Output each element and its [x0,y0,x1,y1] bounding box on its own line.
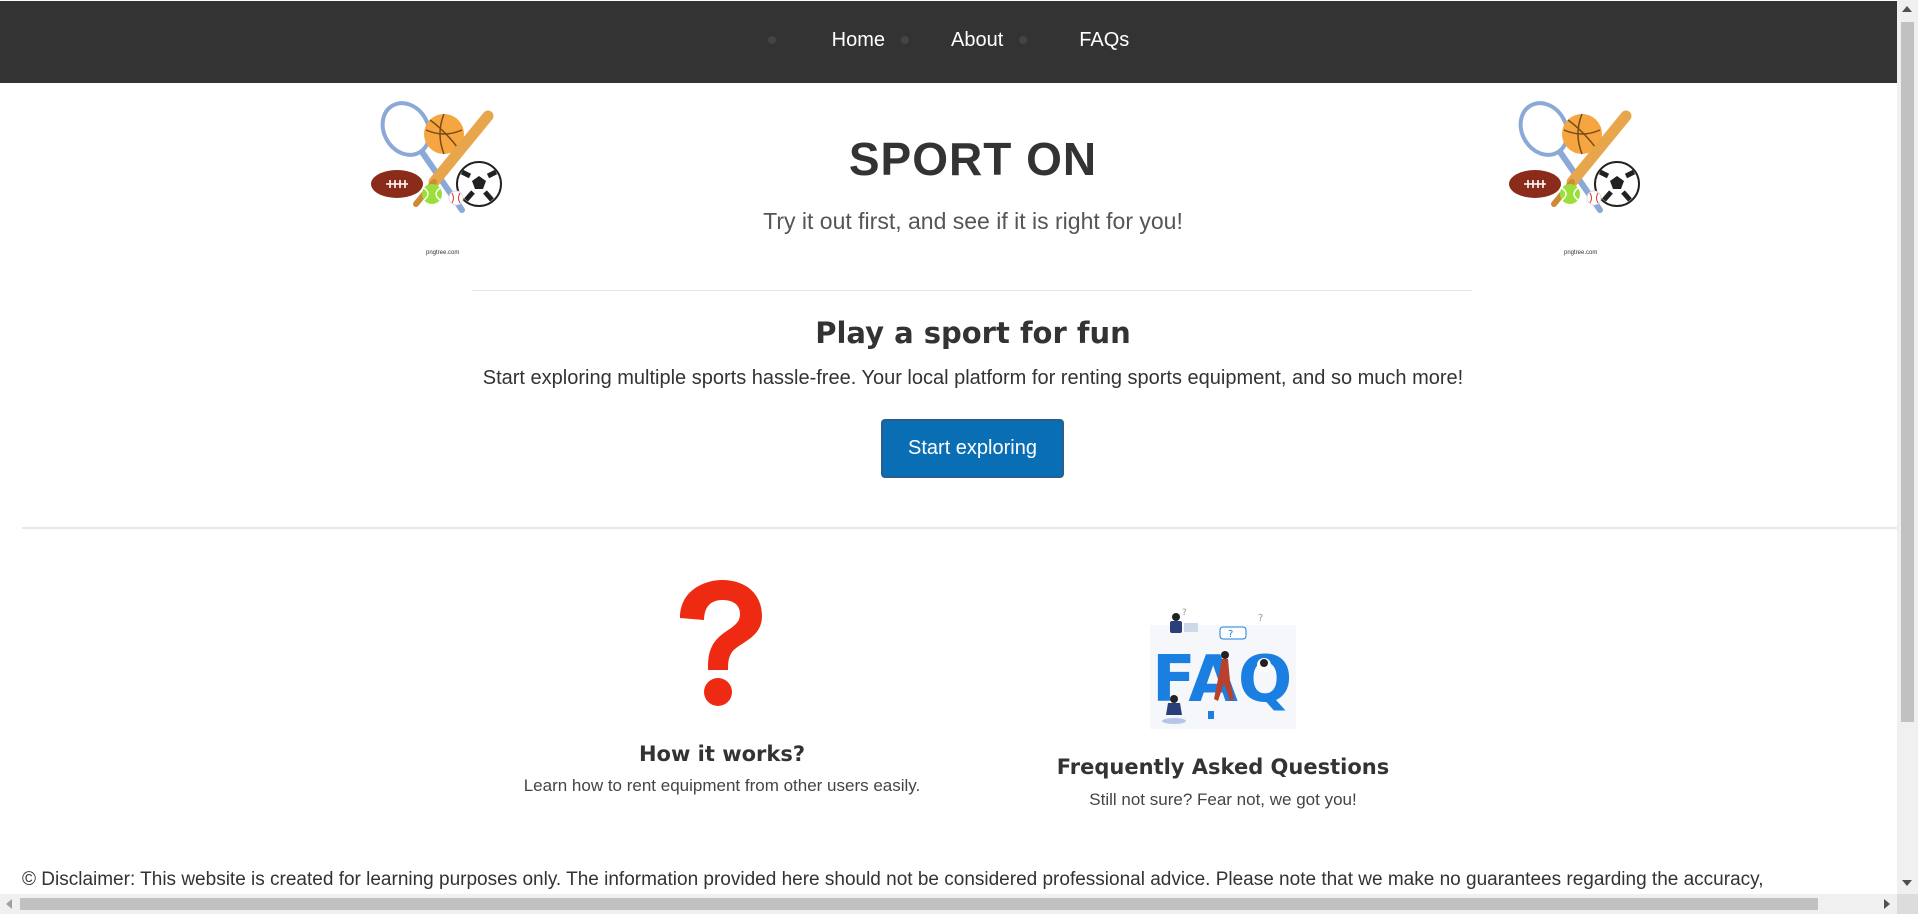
scroll-right-arrow-icon[interactable] [1884,899,1890,909]
footer-disclaimer: © Disclaimer: This website is created fo… [22,869,1764,890]
divider [22,527,1897,529]
how-it-works-description: Learn how to rent equipment from other u… [523,776,921,795]
vertical-scrollbar[interactable] [1897,0,1918,894]
question-mark-icon[interactable] [670,578,770,708]
intro-description: Start exploring multiple sports hassle-f… [482,367,1464,389]
vertical-scroll-thumb[interactable] [1901,22,1914,722]
intro-title: Play a sport for fun [815,316,1131,350]
scroll-up-arrow-icon[interactable] [1902,6,1912,12]
top-navbar: Home About FAQs [0,1,1897,83]
scroll-left-arrow-icon[interactable] [6,899,12,909]
start-exploring-button[interactable]: Start exploring [881,419,1064,478]
nav-link-faqs[interactable]: FAQs [1079,29,1129,52]
nav-link-home[interactable]: Home [832,29,885,52]
horizontal-scroll-thumb[interactable] [20,898,1818,910]
site-tagline: Try it out first, and see if it is right… [763,208,1183,234]
svg-text:?: ? [1228,629,1233,640]
faq-illustration-icon[interactable]: FAQ ? ? ? [1148,605,1298,730]
nav-bullet [767,36,776,44]
scroll-down-arrow-icon[interactable] [1902,880,1912,886]
nav-list: Home About FAQs [767,29,1129,52]
faq-description: Still not sure? Fear not, we got you! [1089,790,1357,809]
nav-bullet [901,36,910,44]
page-viewport: Home About FAQs pngtree.com pngtree.com … [0,0,1897,894]
faq-title[interactable]: Frequently Asked Questions [1023,755,1423,779]
divider [472,290,1472,291]
svg-text:?: ? [1182,608,1187,618]
image-credit: pngtree.com [1564,250,1598,256]
nav-bullet [1019,36,1028,44]
scrollbar-corner [1897,894,1918,914]
site-title: SPORT ON [848,133,1098,185]
horizontal-scrollbar[interactable] [0,894,1897,914]
nav-link-about[interactable]: About [951,29,1003,52]
how-it-works-title[interactable]: How it works? [522,742,922,766]
image-credit: pngtree.com [426,250,460,256]
svg-text:?: ? [1258,613,1263,624]
